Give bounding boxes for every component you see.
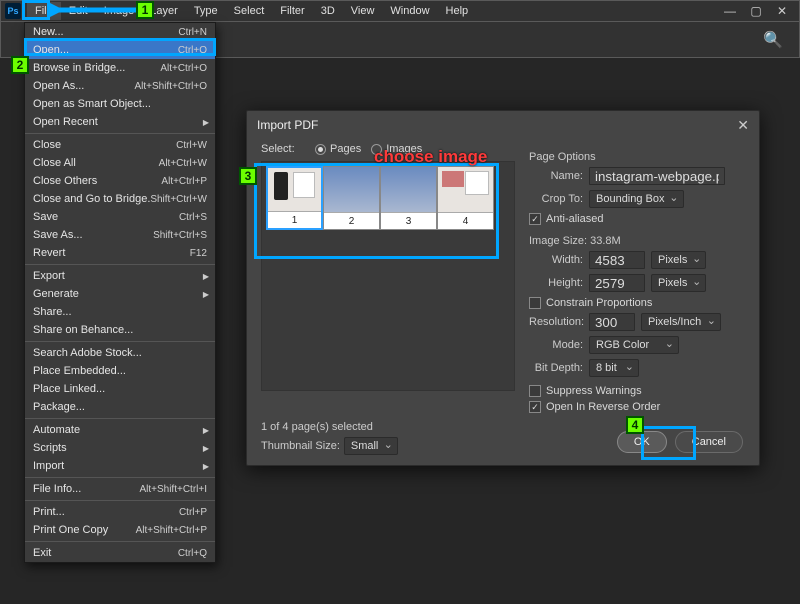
dialog-title: Import PDF [257,118,318,132]
menu-3d[interactable]: 3D [313,2,343,20]
thumbnail-size-label: Thumbnail Size: [261,440,340,452]
menu-item-open[interactable]: Open...Ctrl+O [25,41,215,59]
menu-item-scripts[interactable]: Scripts▶ [25,439,215,457]
width-unit-combo[interactable]: Pixels [651,251,706,269]
menu-item-place-linked[interactable]: Place Linked... [25,380,215,398]
constrain-checkbox[interactable]: Constrain Proportions [529,297,745,309]
menu-item-file-info[interactable]: File Info...Alt+Shift+Ctrl+I [25,480,215,498]
resolution-label: Resolution: [529,316,589,328]
anti-aliased-checkbox[interactable]: ✓Anti-aliased [529,213,745,225]
menu-select[interactable]: Select [226,2,273,20]
menu-item-package[interactable]: Package... [25,398,215,416]
menu-item-save[interactable]: SaveCtrl+S [25,208,215,226]
menu-item-export[interactable]: Export▶ [25,267,215,285]
height-label: Height: [529,277,589,289]
thumbnail-size-combo[interactable]: Small [344,437,398,455]
thumbnail-1[interactable]: 1 [266,166,323,230]
menu-help[interactable]: Help [438,2,477,20]
radio-pages[interactable]: Pages [315,143,361,155]
menu-item-print[interactable]: Print...Ctrl+P [25,503,215,521]
menu-item-automate[interactable]: Automate▶ [25,421,215,439]
menu-item-close-and-go-to-bridge[interactable]: Close and Go to Bridge...Shift+Ctrl+W [25,190,215,208]
menu-item-new[interactable]: New...Ctrl+N [25,23,215,41]
reverse-order-checkbox[interactable]: ✓Open In Reverse Order [529,401,745,413]
crop-label: Crop To: [529,193,589,205]
menu-item-open-as-smart-object[interactable]: Open as Smart Object... [25,95,215,113]
menu-item-revert[interactable]: RevertF12 [25,244,215,262]
mode-combo[interactable]: RGB Color [589,336,679,354]
radio-images[interactable]: Images [371,143,422,155]
cancel-button[interactable]: Cancel [675,431,743,453]
resolution-unit-combo[interactable]: Pixels/Inch [641,313,721,331]
menu-item-close-all[interactable]: Close AllAlt+Ctrl+W [25,154,215,172]
menu-item-exit[interactable]: ExitCtrl+Q [25,544,215,562]
select-label: Select: [261,143,305,155]
name-label: Name: [529,170,589,182]
ok-button[interactable]: OK [617,431,667,453]
width-label: Width: [529,254,589,266]
search-icon[interactable]: 🔍 [763,30,783,50]
thumbnail-4[interactable]: 4 [437,166,494,230]
dialog-close-button[interactable]: ✕ [737,117,749,134]
thumbnail-2[interactable]: 2 [323,166,380,230]
menu-type[interactable]: Type [186,2,226,20]
menu-item-place-embedded[interactable]: Place Embedded... [25,362,215,380]
menu-item-open-recent[interactable]: Open Recent▶ [25,113,215,131]
page-options-label: Page Options [529,151,745,163]
menubar: Ps FileEditImageLayerTypeSelectFilter3DV… [0,0,800,22]
menu-edit[interactable]: Edit [61,2,96,20]
app-logo: Ps [5,3,21,19]
menu-image[interactable]: Image [96,2,143,20]
dialog-titlebar: Import PDF ✕ [247,111,759,139]
menu-window[interactable]: Window [382,2,437,20]
thumbnail-3[interactable]: 3 [380,166,437,230]
menu-file[interactable]: File [27,2,61,20]
image-size-label: Image Size: 33.8M [529,235,745,247]
menu-item-generate[interactable]: Generate▶ [25,285,215,303]
menu-item-print-one-copy[interactable]: Print One CopyAlt+Shift+Ctrl+P [25,521,215,539]
menu-item-search-adobe-stock[interactable]: Search Adobe Stock... [25,344,215,362]
menu-item-close[interactable]: CloseCtrl+W [25,136,215,154]
menu-item-share-on-behance[interactable]: Share on Behance... [25,321,215,339]
menu-item-import[interactable]: Import▶ [25,457,215,475]
file-menu-dropdown: New...Ctrl+NOpen...Ctrl+OBrowse in Bridg… [24,22,216,563]
window-maximize-button[interactable]: ▢ [743,2,769,20]
window-minimize-button[interactable]: — [717,2,743,20]
resolution-field[interactable] [589,313,635,331]
bit-depth-combo[interactable]: 8 bit [589,359,639,377]
height-field[interactable] [589,274,645,292]
menu-layer[interactable]: Layer [142,2,186,20]
suppress-warnings-checkbox[interactable]: Suppress Warnings [529,385,745,397]
mode-label: Mode: [529,339,589,351]
menu-item-browse-in-bridge[interactable]: Browse in Bridge...Alt+Ctrl+O [25,59,215,77]
menu-item-open-as[interactable]: Open As...Alt+Shift+Ctrl+O [25,77,215,95]
menu-item-share[interactable]: Share... [25,303,215,321]
name-field[interactable] [589,167,725,185]
menu-view[interactable]: View [343,2,383,20]
thumbnail-grid: 1234 [261,161,515,391]
bit-depth-label: Bit Depth: [529,362,589,374]
window-close-button[interactable]: ✕ [769,2,795,20]
height-unit-combo[interactable]: Pixels [651,274,706,292]
width-field[interactable] [589,251,645,269]
crop-combo[interactable]: Bounding Box [589,190,684,208]
menu-filter[interactable]: Filter [272,2,312,20]
selection-info: 1 of 4 page(s) selected [261,421,515,433]
menu-item-save-as[interactable]: Save As...Shift+Ctrl+S [25,226,215,244]
menu-item-close-others[interactable]: Close OthersAlt+Ctrl+P [25,172,215,190]
import-pdf-dialog: Import PDF ✕ Select: Pages Images 1234 1… [246,110,760,466]
